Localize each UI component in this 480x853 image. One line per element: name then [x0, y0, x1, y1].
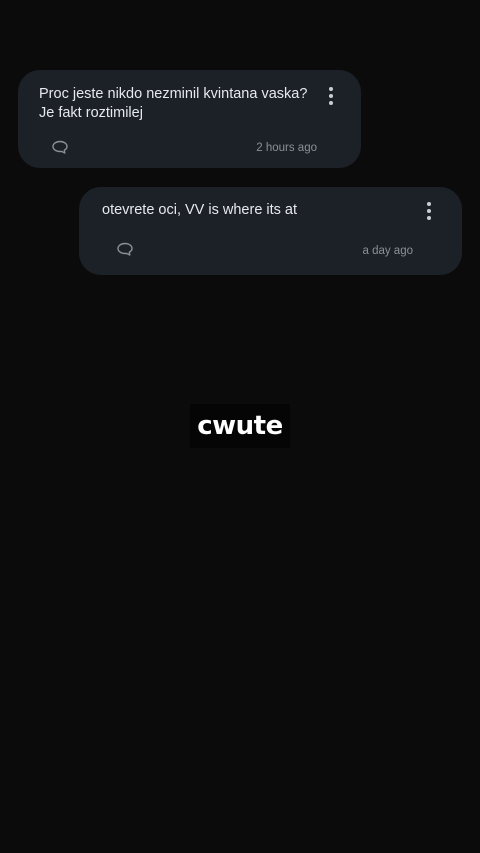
overlay-caption: cwute	[190, 404, 290, 448]
comment-timestamp: a day ago	[362, 245, 413, 257]
comment-text: otevrete oci, VV is where its at	[102, 202, 298, 218]
comment-timestamp: 2 hours ago	[256, 142, 317, 154]
more-options-icon[interactable]	[324, 86, 338, 108]
comment-icon[interactable]	[116, 241, 134, 257]
more-options-icon[interactable]	[422, 201, 436, 223]
comment-text: Proc jeste nikdo nezminil kvintana vaska…	[39, 86, 308, 121]
comment-bubble[interactable]: Proc jeste nikdo nezminil kvintana vaska…	[18, 70, 361, 168]
comment-bubble[interactable]: otevrete oci, VV is where its at a day a…	[79, 187, 462, 275]
comment-icon[interactable]	[51, 139, 69, 155]
